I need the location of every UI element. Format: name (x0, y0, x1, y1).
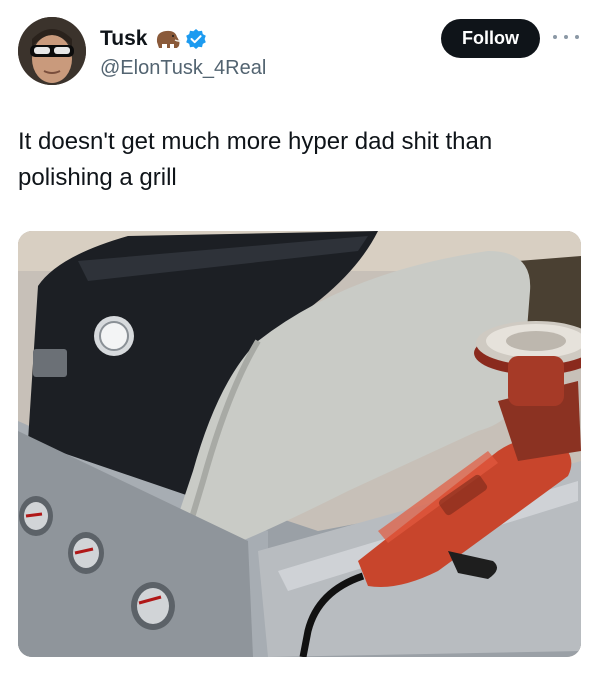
author-handle[interactable]: @ElonTusk_4Real (100, 57, 266, 80)
follow-button[interactable]: Follow (441, 19, 540, 58)
display-name[interactable]: Tusk (100, 27, 147, 51)
grill-photo (18, 231, 581, 657)
mammoth-icon (157, 30, 182, 48)
verified-badge-icon (186, 29, 207, 49)
knob (19, 496, 53, 536)
more-options-icon[interactable] (553, 27, 579, 47)
tweet-text: It doesn't get much more hyper dad shit … (18, 128, 493, 191)
tweet-image[interactable] (18, 231, 581, 657)
author-name-row[interactable]: Tusk (100, 27, 207, 51)
avatar[interactable] (18, 17, 86, 85)
